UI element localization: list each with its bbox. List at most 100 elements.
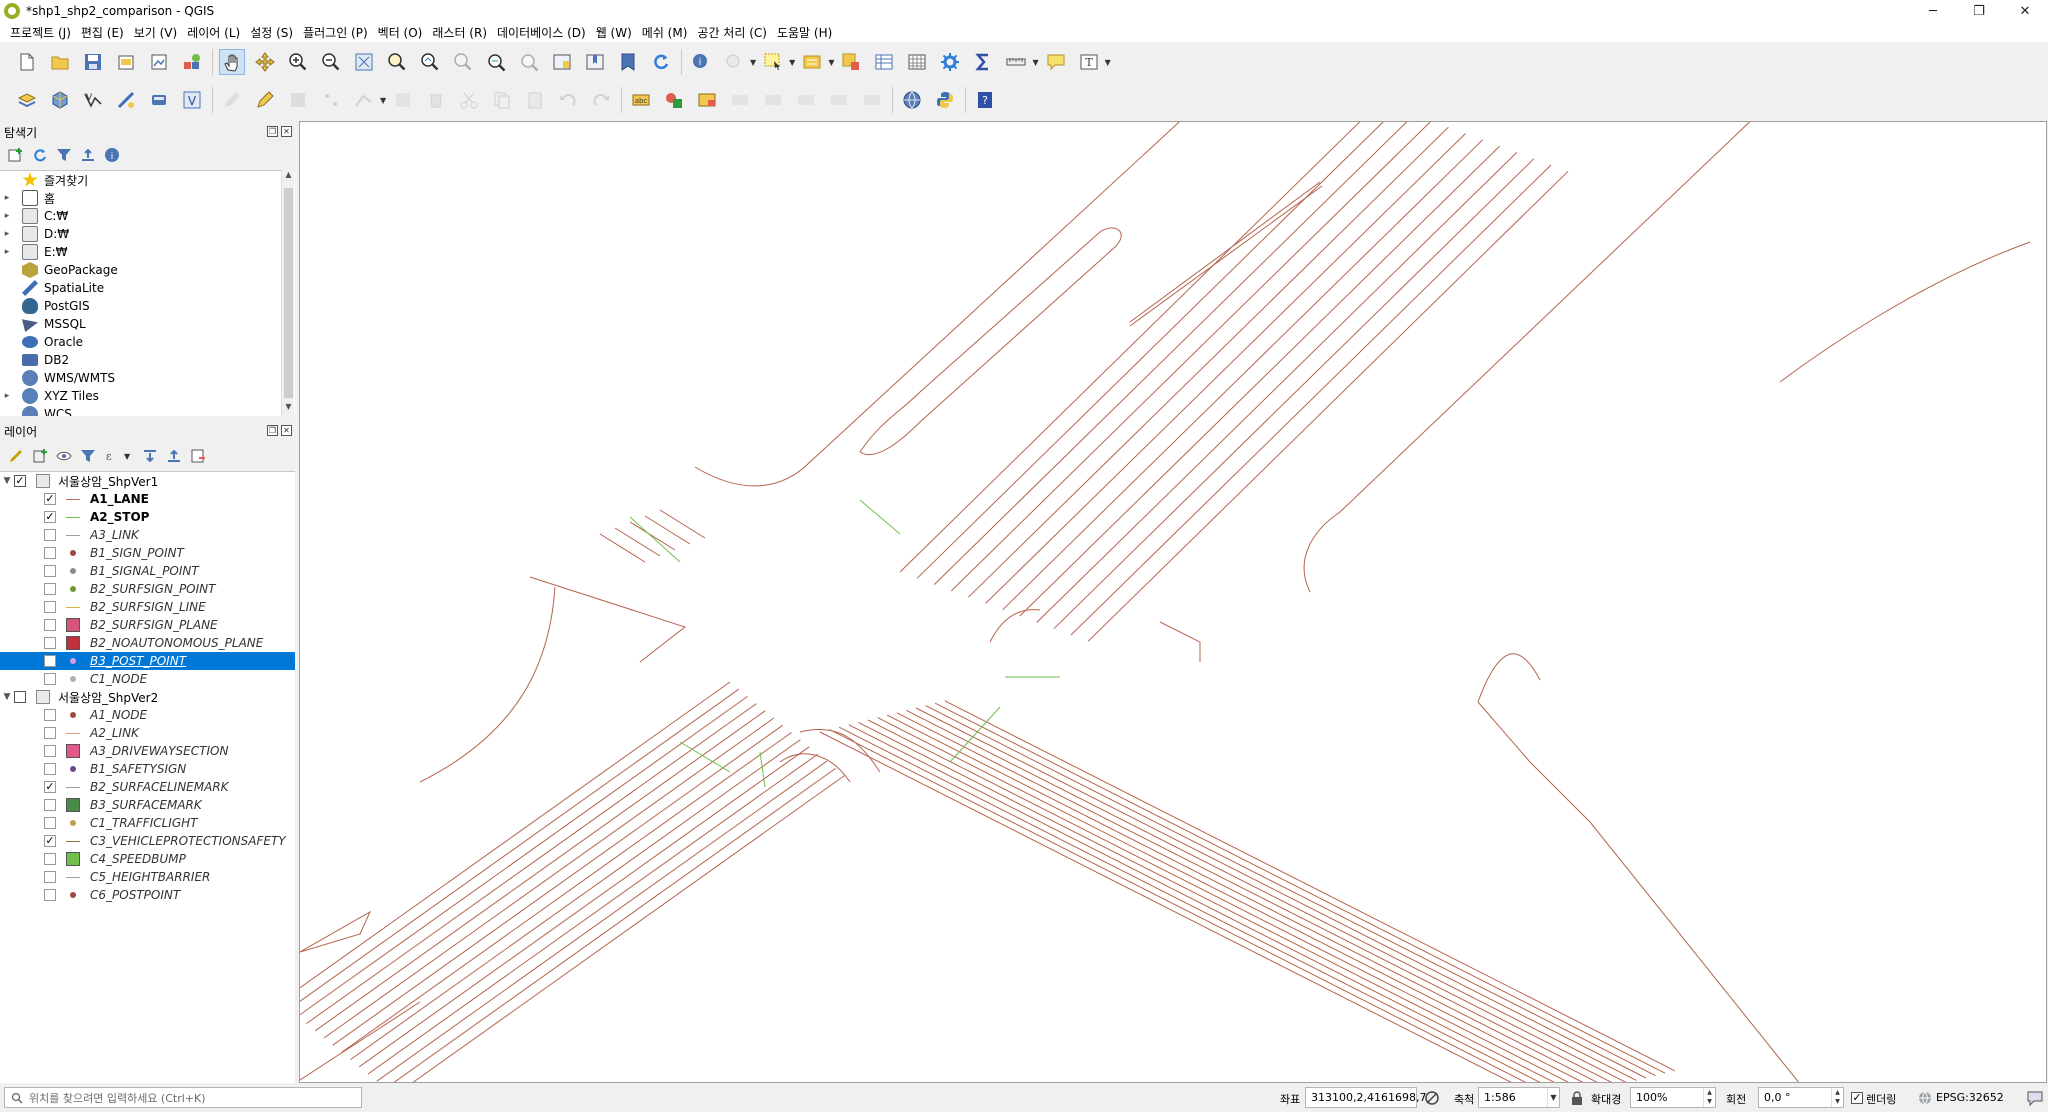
- refresh-button[interactable]: [648, 49, 674, 75]
- layout-manager-button[interactable]: [146, 49, 172, 75]
- layer-visibility-checkbox[interactable]: [44, 853, 56, 865]
- chevron-down-icon[interactable]: ▼: [1032, 58, 1038, 67]
- zoom-next-button[interactable]: [516, 49, 542, 75]
- layer-visibility-checkbox[interactable]: [44, 817, 56, 829]
- cut-features-button[interactable]: [456, 87, 482, 113]
- quickmapservices-button[interactable]: [899, 87, 925, 113]
- zoom-out-button[interactable]: [318, 49, 344, 75]
- new-spatialite-layer-button[interactable]: [113, 87, 139, 113]
- chevron-down-icon[interactable]: ▼: [828, 58, 834, 67]
- manage-visibility-icon[interactable]: [56, 448, 72, 464]
- measure-line-button[interactable]: [1003, 49, 1029, 75]
- browser-item-spatialite[interactable]: SpatiaLite: [0, 279, 295, 297]
- paint-brush-icon[interactable]: [8, 448, 24, 464]
- scroll-down-icon[interactable]: ▼: [282, 402, 295, 416]
- group-visibility-checkbox[interactable]: [14, 691, 26, 703]
- spin-arrows-icon[interactable]: ▲ ▼: [1831, 1088, 1843, 1107]
- chevron-down-icon[interactable]: ▼: [789, 58, 795, 67]
- filter-icon[interactable]: [56, 147, 72, 163]
- layer-visibility-checkbox[interactable]: [44, 745, 56, 757]
- layer-item[interactable]: C1_NODE: [0, 670, 295, 688]
- layer-group[interactable]: ▼ ✓ 서울상암_ShpVer1: [0, 472, 295, 490]
- menu-view[interactable]: 보기 (V): [130, 24, 183, 41]
- layer-item[interactable]: A3_DRIVEWAYSECTION: [0, 742, 295, 760]
- open-project-button[interactable]: [47, 49, 73, 75]
- close-panel-button[interactable]: ✕: [281, 126, 292, 137]
- browser-item-home[interactable]: ▸ 홈: [0, 189, 295, 207]
- show-bookmarks-button[interactable]: [615, 49, 641, 75]
- layer-visibility-checkbox[interactable]: ✓: [44, 511, 56, 523]
- expand-arrow[interactable]: ▸: [0, 229, 14, 239]
- layer-visibility-checkbox[interactable]: ✓: [44, 835, 56, 847]
- menu-processing[interactable]: 공간 처리 (C): [693, 24, 773, 41]
- add-selected-layers-icon[interactable]: [8, 147, 24, 163]
- field-calculator-button[interactable]: [904, 49, 930, 75]
- filter-expression-icon[interactable]: ε: [104, 448, 120, 464]
- data-source-manager-button[interactable]: [14, 87, 40, 113]
- crs-globe-icon[interactable]: [1918, 1091, 1932, 1105]
- close-panel-button[interactable]: ✕: [281, 425, 292, 436]
- chevron-down-icon[interactable]: ▼: [1105, 58, 1111, 67]
- browser-item-geopackage[interactable]: GeoPackage: [0, 261, 295, 279]
- layer-visibility-checkbox[interactable]: [44, 763, 56, 775]
- crs-label[interactable]: EPSG:32652: [1936, 1091, 2004, 1104]
- browser-item-xyz-tiles[interactable]: ▸ XYZ Tiles: [0, 387, 295, 405]
- zoom-to-selection-button[interactable]: [384, 49, 410, 75]
- modify-attributes-button[interactable]: [390, 87, 416, 113]
- layer-item[interactable]: B3_SURFACEMARK: [0, 796, 295, 814]
- layer-item[interactable]: B3_POST_POINT: [0, 652, 295, 670]
- zoom-to-layer-button[interactable]: [417, 49, 443, 75]
- add-point-feature-button[interactable]: [318, 87, 344, 113]
- layer-visibility-checkbox[interactable]: [44, 889, 56, 901]
- diagram-options-button[interactable]: [661, 87, 687, 113]
- identify-features-button[interactable]: i: [688, 49, 714, 75]
- undo-button[interactable]: [555, 87, 581, 113]
- layer-item[interactable]: B2_SURFSIGN_PLANE: [0, 616, 295, 634]
- pan-map-button[interactable]: [219, 49, 245, 75]
- layer-visibility-checkbox[interactable]: [44, 565, 56, 577]
- spin-arrows-icon[interactable]: ▲ ▼: [1703, 1088, 1715, 1107]
- pin-labels-button[interactable]: [727, 87, 753, 113]
- menu-mesh[interactable]: 메쉬 (M): [638, 24, 694, 41]
- toggle-extents-icon[interactable]: [1424, 1090, 1440, 1106]
- new-bookmark-button[interactable]: [582, 49, 608, 75]
- messages-icon[interactable]: [2026, 1089, 2044, 1107]
- menu-database[interactable]: 데이터베이스 (D): [493, 24, 592, 41]
- select-features-button[interactable]: [760, 49, 786, 75]
- remove-layer-icon[interactable]: [190, 448, 206, 464]
- show-hide-labels-button[interactable]: [760, 87, 786, 113]
- label-toolbar-button[interactable]: abc: [628, 87, 654, 113]
- paste-features-button[interactable]: [522, 87, 548, 113]
- highlight-pinned-labels-button[interactable]: [694, 87, 720, 113]
- browser-item-oracle[interactable]: Oracle: [0, 333, 295, 351]
- run-feature-action-button[interactable]: [721, 49, 747, 75]
- restore-button[interactable]: ❐: [1956, 0, 2002, 22]
- browser-item-wms[interactable]: WMS/WMTS: [0, 369, 295, 387]
- new-map-view-button[interactable]: [549, 49, 575, 75]
- chevron-down-icon[interactable]: ▼: [1547, 1088, 1559, 1107]
- layer-visibility-checkbox[interactable]: [44, 529, 56, 541]
- layer-visibility-checkbox[interactable]: [44, 637, 56, 649]
- current-edits-button[interactable]: [219, 87, 245, 113]
- new-temporary-layer-button[interactable]: V: [179, 87, 205, 113]
- layer-item[interactable]: ✓ C3_VEHICLEPROTECTIONSAFETY: [0, 832, 295, 850]
- scroll-up-icon[interactable]: ▲: [282, 170, 295, 184]
- float-panel-button[interactable]: ❐: [267, 425, 278, 436]
- browser-item-db2[interactable]: DB2: [0, 351, 295, 369]
- layer-item[interactable]: C6_POSTPOINT: [0, 886, 295, 904]
- layer-visibility-checkbox[interactable]: [44, 799, 56, 811]
- layer-group[interactable]: ▼ 서울상암_ShpVer2: [0, 688, 295, 706]
- processing-toolbox-button[interactable]: [937, 49, 963, 75]
- layer-visibility-checkbox[interactable]: ✓: [44, 781, 56, 793]
- layer-visibility-checkbox[interactable]: ✓: [44, 493, 56, 505]
- coordinate-field[interactable]: 313100,2,4161698,7: [1305, 1087, 1426, 1108]
- select-by-value-button[interactable]: [799, 49, 825, 75]
- zoom-full-button[interactable]: [351, 49, 377, 75]
- style-manager-button[interactable]: [179, 49, 205, 75]
- change-label-button[interactable]: [859, 87, 885, 113]
- scale-combobox[interactable]: 1:586 ▼: [1478, 1087, 1560, 1108]
- copy-features-button[interactable]: [489, 87, 515, 113]
- layer-visibility-checkbox[interactable]: [44, 727, 56, 739]
- menu-project[interactable]: 프로젝트 (J): [6, 24, 77, 41]
- menu-edit[interactable]: 편집 (E): [77, 24, 130, 41]
